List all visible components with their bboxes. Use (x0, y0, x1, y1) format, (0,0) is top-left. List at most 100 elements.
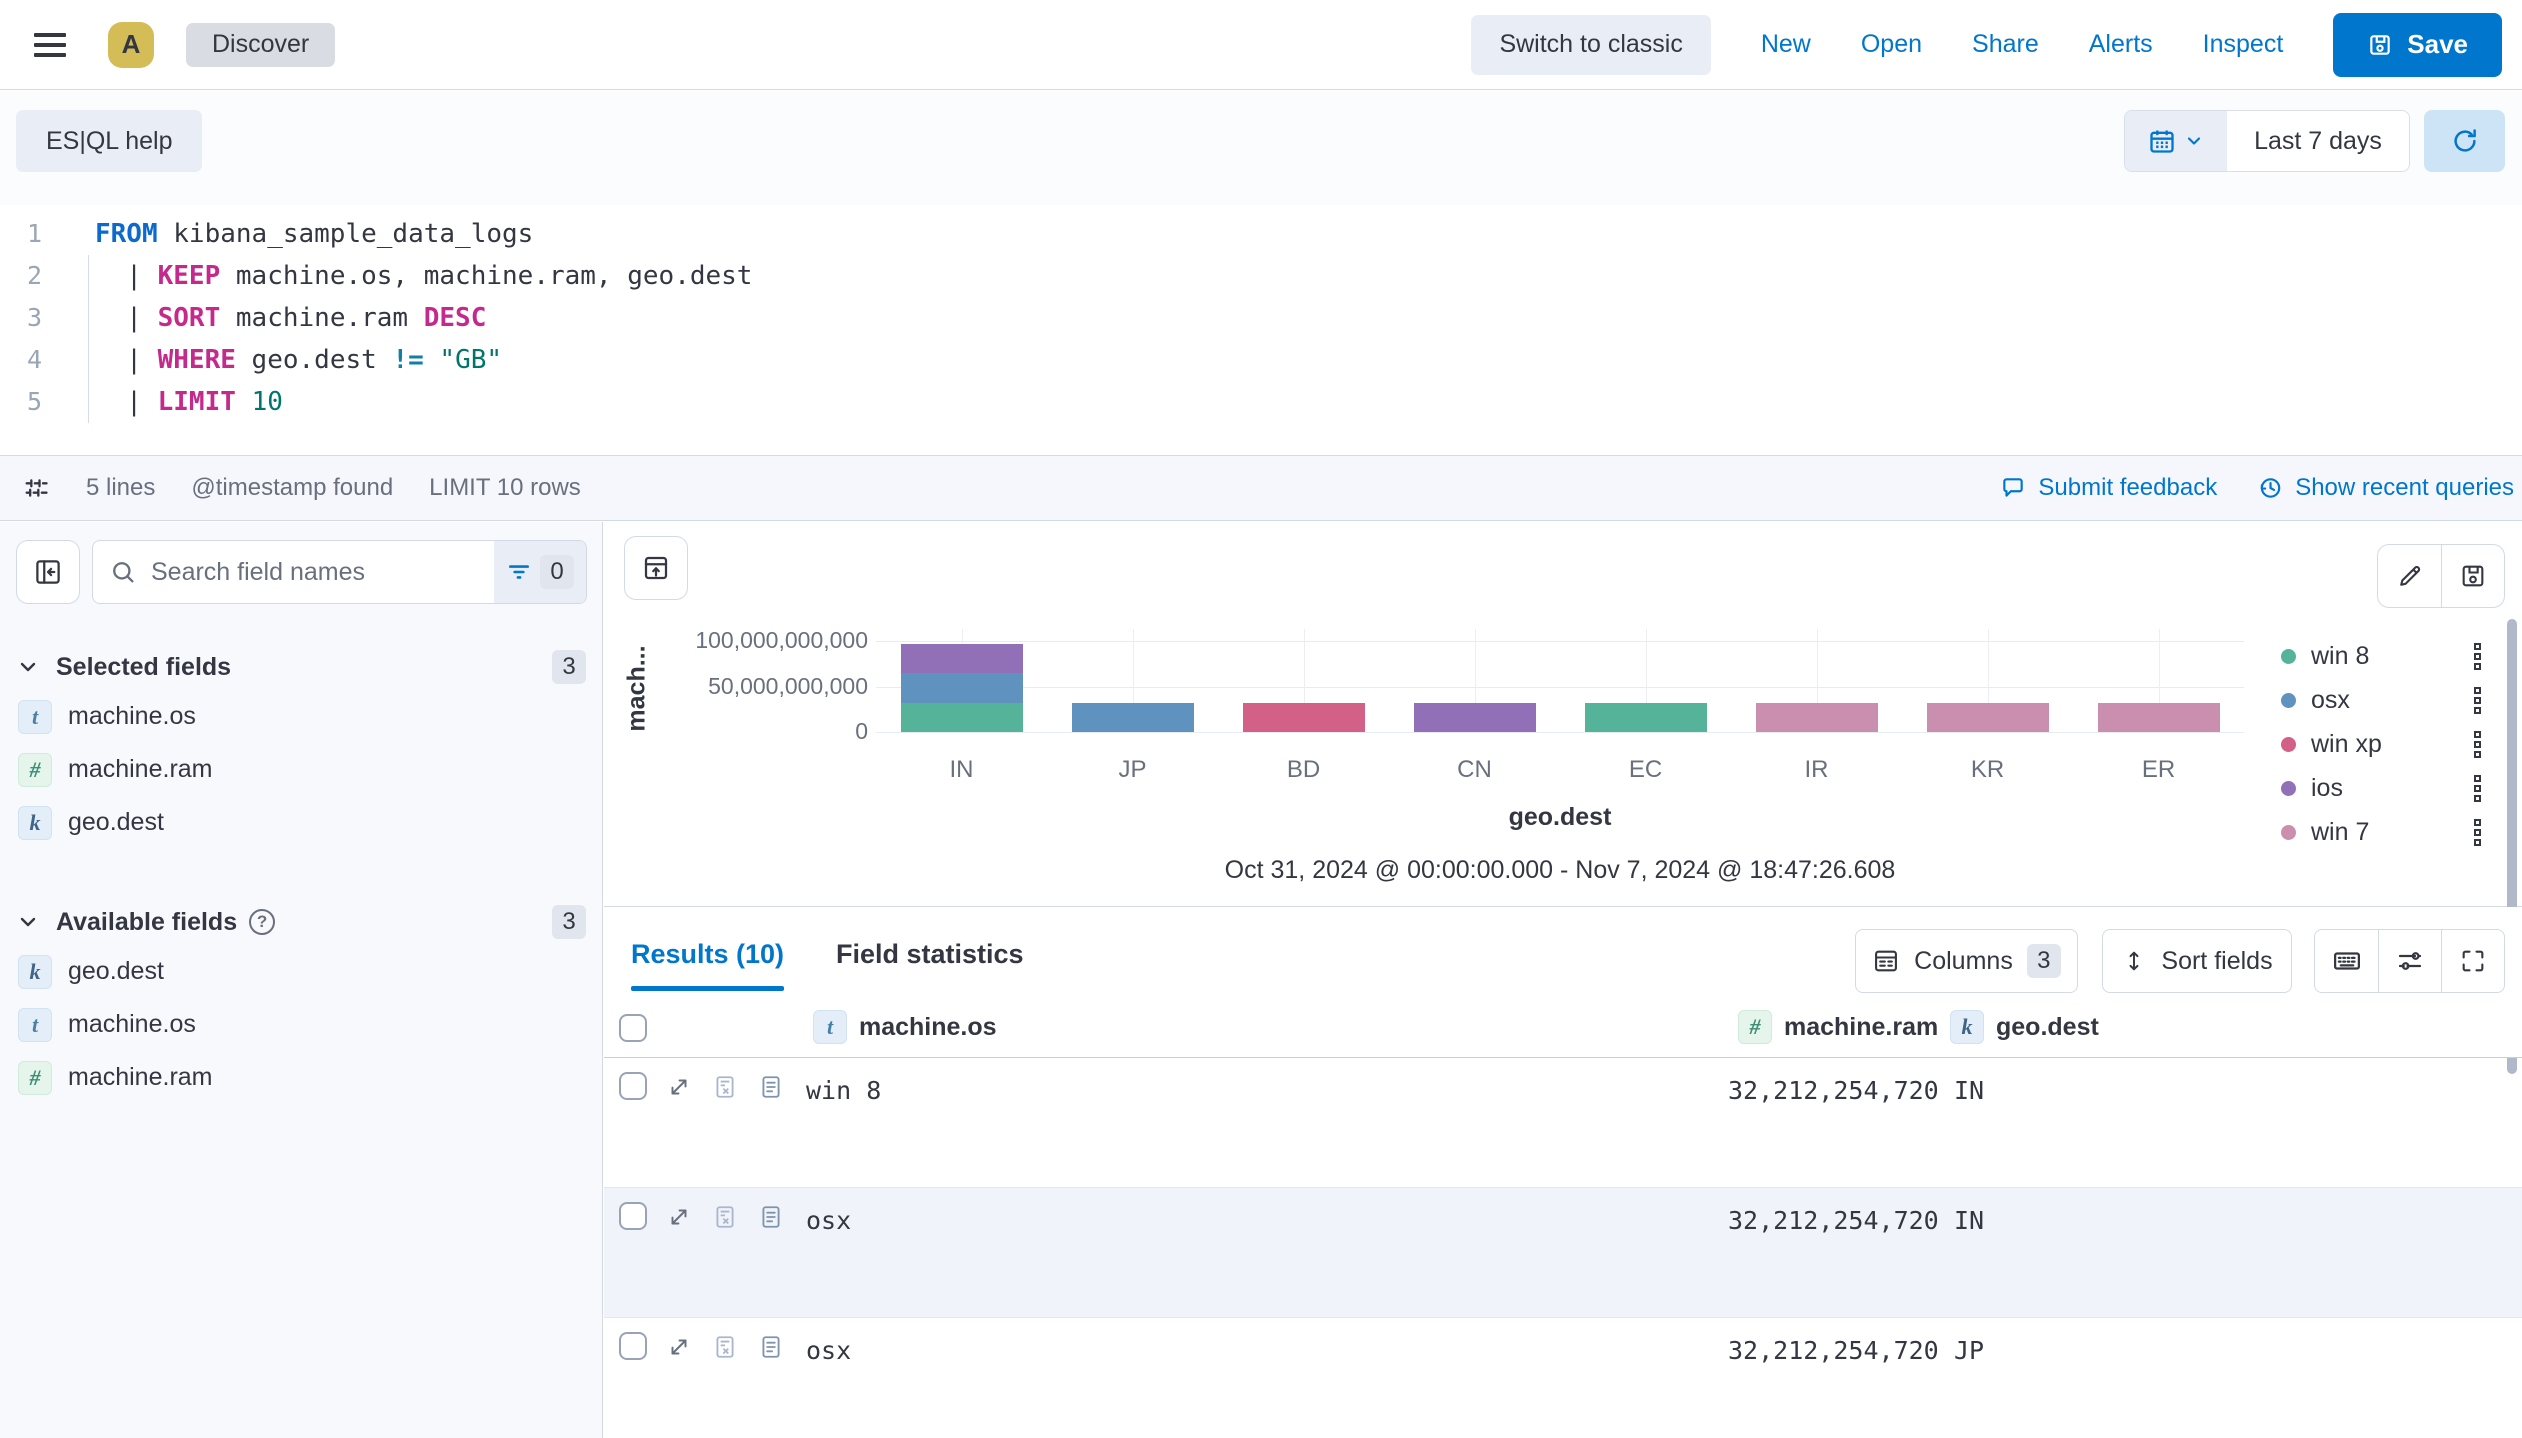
field-list-item[interactable]: tmachine.os (0, 690, 602, 743)
field-list-item[interactable]: tmachine.os (0, 998, 602, 1051)
bar-chart-plot[interactable] (876, 641, 2244, 732)
sidebar-section-header[interactable]: Available fields?3 (16, 905, 586, 939)
code-line[interactable]: 4 | WHERE geo.dest != "GB" (0, 339, 2522, 381)
bar-IR[interactable] (1756, 703, 1878, 732)
alerts-button[interactable]: Alerts (2089, 30, 2153, 59)
legend-item-win-7[interactable]: win 7 (2281, 810, 2481, 854)
refresh-button[interactable] (2424, 110, 2505, 172)
column-header-machine-ram[interactable]: # machine.ram (1738, 1010, 1938, 1044)
bar-segment-ios[interactable] (901, 644, 1023, 673)
search-field-names-input[interactable] (137, 541, 494, 603)
bar-JP[interactable] (1072, 703, 1194, 732)
view-details-icon[interactable] (758, 1204, 784, 1230)
histogram-panel: mach... 050,000,000,000100,000,000,000 I… (604, 522, 2522, 907)
bar-segment-osx[interactable] (1072, 703, 1194, 732)
degraded-doc-icon[interactable] (712, 1334, 738, 1360)
bar-CN[interactable] (1414, 703, 1536, 732)
collapse-sidebar-button[interactable] (16, 540, 80, 604)
legend-actions-icon[interactable] (2474, 643, 2481, 670)
field-filter-button[interactable]: 0 (494, 541, 586, 603)
fullscreen-button[interactable] (2441, 930, 2504, 992)
field-list-item[interactable]: #machine.ram (0, 743, 602, 796)
bar-segment-win-7[interactable] (1756, 703, 1878, 732)
bar-EC[interactable] (1585, 703, 1707, 732)
switch-to-classic-button[interactable]: Switch to classic (1471, 15, 1710, 75)
help-icon[interactable]: ? (249, 909, 275, 935)
open-button[interactable]: Open (1861, 30, 1922, 59)
x-axis-tick-label: IR (1731, 756, 1902, 784)
date-quick-select-button[interactable] (2125, 111, 2227, 171)
chart-actions-group (2377, 544, 2505, 608)
select-all-checkbox[interactable] (619, 1014, 647, 1042)
esql-editor[interactable]: 1FROM kibana_sample_data_logs2 | KEEP ma… (0, 205, 2522, 455)
share-button[interactable]: Share (1972, 30, 2039, 59)
legend-item-osx[interactable]: osx (2281, 678, 2481, 722)
bar-segment-ios[interactable] (1414, 703, 1536, 732)
code-line[interactable]: 5 | LIMIT 10 (0, 381, 2522, 423)
row-checkbox[interactable] (619, 1202, 647, 1230)
tab-field-statistics[interactable]: Field statistics (836, 907, 1024, 1001)
cell-machine-ram: 32,212,254,720 (1728, 1206, 1939, 1235)
x-axis-tick-label: KR (1902, 756, 2073, 784)
x-axis-tick-label: BD (1218, 756, 1389, 784)
expand-row-icon[interactable] (666, 1074, 692, 1100)
legend-actions-icon[interactable] (2474, 731, 2481, 758)
bar-KR[interactable] (1927, 703, 2049, 732)
save-chart-button[interactable] (2441, 545, 2504, 607)
new-button[interactable]: New (1761, 30, 1811, 59)
edit-chart-button[interactable] (2378, 545, 2441, 607)
bar-segment-win-7[interactable] (1927, 703, 2049, 732)
esql-help-button[interactable]: ES|QL help (16, 110, 202, 172)
field-list-item[interactable]: #machine.ram (0, 1051, 602, 1104)
time-range-button[interactable]: Last 7 days (2227, 111, 2409, 171)
field-list-item[interactable]: kgeo.dest (0, 945, 602, 998)
code-line[interactable]: 3 | SORT machine.ram DESC (0, 297, 2522, 339)
show-recent-queries-link[interactable]: Show recent queries (2257, 474, 2514, 502)
legend-actions-icon[interactable] (2474, 775, 2481, 802)
breadcrumb[interactable]: Discover (186, 23, 335, 67)
degraded-doc-icon[interactable] (712, 1074, 738, 1100)
bar-segment-win-xp[interactable] (1243, 703, 1365, 732)
legend-item-win-8[interactable]: win 8 (2281, 634, 2481, 678)
bar-segment-win-8[interactable] (1585, 703, 1707, 732)
avatar[interactable]: A (108, 22, 154, 68)
degraded-doc-icon[interactable] (712, 1204, 738, 1230)
expand-row-icon[interactable] (666, 1334, 692, 1360)
legend-item-win-xp[interactable]: win xp (2281, 722, 2481, 766)
legend-item-ios[interactable]: ios (2281, 766, 2481, 810)
legend-actions-icon[interactable] (2474, 687, 2481, 714)
field-list-item[interactable]: kgeo.dest (0, 796, 602, 849)
view-details-icon[interactable] (758, 1074, 784, 1100)
sidebar-section-header[interactable]: Selected fields3 (16, 650, 586, 684)
keyboard-shortcuts-button[interactable] (2315, 930, 2378, 992)
expand-row-icon[interactable] (666, 1204, 692, 1230)
tab-results[interactable]: Results (10) (631, 907, 784, 1001)
bar-BD[interactable] (1243, 703, 1365, 732)
menu-icon[interactable] (34, 25, 74, 65)
sort-fields-button[interactable]: Sort fields (2102, 929, 2292, 993)
chart-time-range-subtitle: Oct 31, 2024 @ 00:00:00.000 - Nov 7, 202… (876, 856, 2244, 885)
bar-segment-win-8[interactable] (901, 703, 1023, 732)
legend-actions-icon[interactable] (2474, 819, 2481, 846)
column-header-machine-os[interactable]: t machine.os (813, 1010, 997, 1044)
field-search: 0 (92, 540, 587, 604)
edit-visualization-shortcut-button[interactable] (624, 536, 688, 600)
cell-machine-os: osx (806, 1206, 851, 1235)
display-options-button[interactable] (2378, 930, 2441, 992)
code-line[interactable]: 2 | KEEP machine.os, machine.ram, geo.de… (0, 255, 2522, 297)
editor-footer: 5 lines @timestamp found LIMIT 10 rows S… (0, 455, 2522, 521)
row-checkbox[interactable] (619, 1072, 647, 1100)
inspect-button[interactable]: Inspect (2203, 30, 2284, 59)
code-line[interactable]: 1FROM kibana_sample_data_logs (0, 213, 2522, 255)
row-checkbox[interactable] (619, 1332, 647, 1360)
save-button[interactable]: Save (2333, 13, 2502, 77)
bar-segment-win-7[interactable] (2098, 703, 2220, 732)
view-details-icon[interactable] (758, 1334, 784, 1360)
bar-ER[interactable] (2098, 703, 2220, 732)
bar-IN[interactable] (901, 644, 1023, 732)
column-header-geo-dest[interactable]: k geo.dest (1950, 1010, 2099, 1044)
bar-segment-osx[interactable] (901, 673, 1023, 702)
submit-feedback-link[interactable]: Submit feedback (2000, 474, 2217, 502)
columns-button[interactable]: Columns 3 (1855, 929, 2078, 993)
editor-settings-icon[interactable] (22, 474, 50, 502)
